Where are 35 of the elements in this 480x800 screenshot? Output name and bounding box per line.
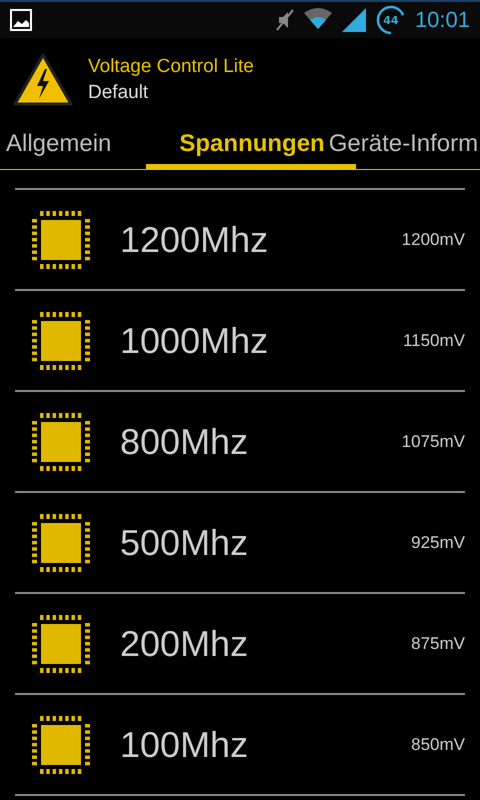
chip-icon bbox=[30, 410, 92, 472]
profile-name: Default bbox=[88, 82, 150, 104]
voltage-value: 850mV bbox=[411, 734, 465, 754]
chip-icon bbox=[30, 310, 92, 372]
clock: 10:01 bbox=[414, 7, 470, 33]
frequency-row[interactable]: 800Mhz 1075mV bbox=[15, 392, 465, 493]
frequency-row[interactable]: 500Mhz 925mV bbox=[15, 493, 465, 594]
frequency-label: 800Mhz bbox=[120, 420, 250, 462]
chip-icon bbox=[30, 714, 92, 776]
voltage-value: 925mV bbox=[411, 532, 465, 552]
voltage-value: 1200mV bbox=[402, 230, 465, 250]
signal-icon bbox=[340, 7, 367, 33]
chip-icon bbox=[30, 208, 92, 270]
frequency-row[interactable]: 1000Mhz 1150mV bbox=[15, 291, 465, 392]
high-voltage-icon bbox=[12, 52, 74, 108]
battery-level: 44 bbox=[382, 12, 400, 28]
frequency-label: 200Mhz bbox=[120, 622, 250, 664]
frequency-row[interactable]: 200Mhz 875mV bbox=[15, 594, 465, 695]
picture-icon bbox=[10, 9, 32, 31]
frequency-row[interactable]: 1200Mhz 1200mV bbox=[15, 190, 465, 291]
tab[interactable]: Spannungen bbox=[149, 130, 325, 164]
app-title: Voltage Control Lite bbox=[88, 56, 254, 78]
chip-icon bbox=[30, 612, 92, 674]
voltage-value: 875mV bbox=[411, 634, 465, 654]
frequency-label: 500Mhz bbox=[120, 522, 250, 564]
voltage-value: 1150mV bbox=[402, 330, 465, 350]
frequency-label: 100Mhz bbox=[120, 724, 250, 766]
frequency-label: 1200Mhz bbox=[120, 218, 270, 260]
chip-icon bbox=[30, 512, 92, 574]
tab[interactable]: Allgemein bbox=[0, 130, 140, 164]
mute-icon bbox=[274, 8, 295, 32]
voltage-value: 1075mV bbox=[402, 432, 465, 452]
frequency-label: 1000Mhz bbox=[120, 320, 270, 362]
frequency-row[interactable]: 100Mhz 850mV bbox=[15, 695, 465, 796]
tab[interactable]: Geräte-Inform bbox=[328, 130, 478, 164]
